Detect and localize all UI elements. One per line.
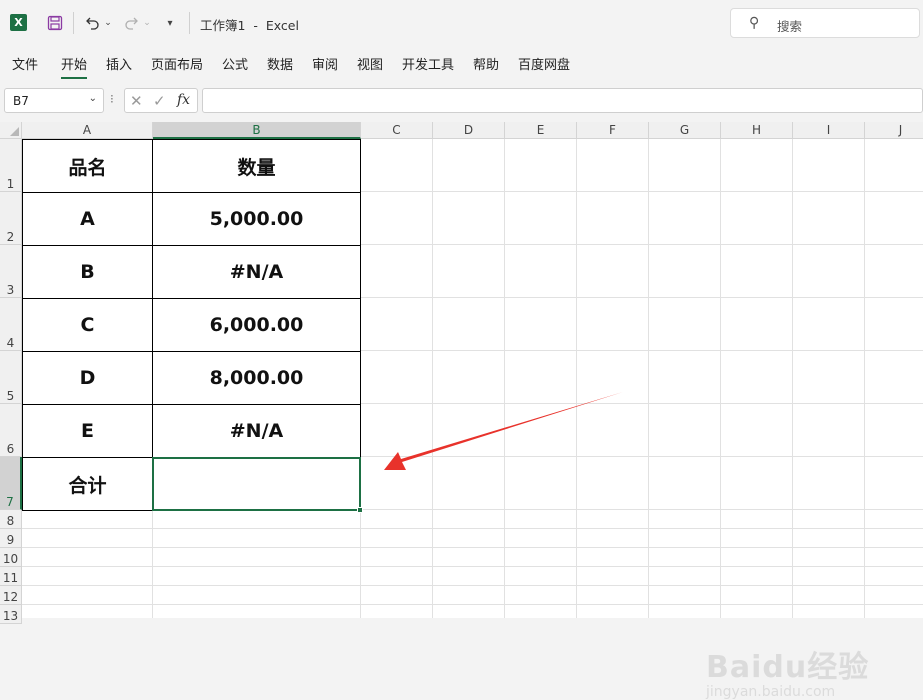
baidu-watermark: Baidu经验 jingyan.baidu.com — [706, 642, 869, 700]
annotation-arrow — [384, 392, 623, 470]
tab-data[interactable]: 数据 — [267, 54, 293, 73]
watermark-main: Baidu经验 — [706, 650, 870, 685]
undo-dropdown-icon[interactable]: ⌄ — [103, 14, 113, 32]
title-bar: X ⌄ ⌄ ▾ 工作簿1 - Excel ⚲ 搜索 — [0, 0, 923, 46]
name-box[interactable]: B7 ⌄ — [4, 88, 104, 113]
toolbar-divider — [189, 12, 190, 34]
search-placeholder: 搜索 — [777, 19, 803, 34]
insert-function-icon[interactable]: fx — [177, 92, 190, 108]
undo-icon[interactable] — [84, 14, 102, 32]
spreadsheet-grid: A B C D E F G H I J 1 2 3 4 5 6 7 8 9 10… — [0, 122, 923, 700]
formula-buttons: ✕ ✓ fx — [124, 88, 198, 113]
tab-insert[interactable]: 插入 — [106, 54, 132, 73]
watermark-sub: jingyan.baidu.com — [706, 684, 836, 700]
tab-developer[interactable]: 开发工具 — [402, 54, 454, 73]
name-box-value: B7 — [13, 94, 29, 108]
chevron-down-icon[interactable]: ⌄ — [89, 93, 97, 104]
formula-input[interactable] — [202, 88, 923, 113]
arrow-shape — [384, 392, 623, 470]
tab-page-layout[interactable]: 页面布局 — [151, 54, 203, 73]
ribbon-tabs: 文件 开始 插入 页面布局 公式 数据 审阅 视图 开发工具 帮助 百度网盘 — [0, 46, 923, 80]
toolbar-divider — [73, 12, 74, 34]
redo-icon[interactable] — [122, 14, 140, 32]
cancel-icon[interactable]: ✕ — [130, 92, 143, 110]
tab-review[interactable]: 审阅 — [312, 54, 338, 73]
tab-file[interactable]: 文件 — [12, 54, 38, 73]
search-box[interactable]: ⚲ 搜索 — [730, 8, 920, 38]
enter-icon[interactable]: ✓ — [153, 92, 166, 110]
tab-baidu-netdisk[interactable]: 百度网盘 — [518, 54, 570, 73]
tab-home[interactable]: 开始 — [61, 54, 88, 79]
redo-dropdown-icon[interactable]: ⌄ — [142, 14, 152, 32]
search-icon: ⚲ — [749, 15, 760, 31]
tab-formulas[interactable]: 公式 — [222, 54, 248, 73]
customize-toolbar-icon[interactable]: ▾ — [163, 14, 177, 32]
formula-bar: B7 ⌄ ⁝ ✕ ✓ fx — [0, 86, 923, 116]
tab-view[interactable]: 视图 — [357, 54, 383, 73]
window-title: 工作簿1 - Excel — [200, 18, 299, 33]
tab-help[interactable]: 帮助 — [473, 54, 499, 73]
save-icon[interactable] — [46, 14, 64, 32]
more-options-icon[interactable]: ⁝ — [110, 92, 114, 106]
excel-logo-icon: X — [10, 14, 27, 31]
